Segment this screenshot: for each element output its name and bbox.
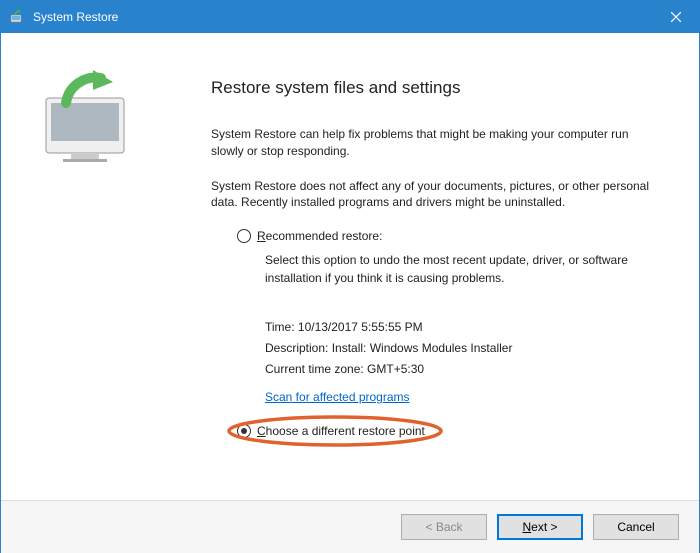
options-group: Recommended restore: Select this option … [237, 229, 659, 438]
radio-icon [237, 424, 251, 438]
window-title: System Restore [33, 10, 653, 24]
radio-recommended[interactable]: Recommended restore: [237, 229, 659, 243]
intro-paragraph-1: System Restore can help fix problems tha… [211, 126, 659, 160]
back-button: < Back [401, 514, 487, 540]
system-restore-icon [9, 9, 25, 25]
info-timezone: Current time zone: GMT+5:30 [265, 359, 659, 380]
radio-recommended-label: Recommended restore: [257, 229, 382, 243]
info-description: Description: Install: Windows Modules In… [265, 338, 659, 359]
info-time: Time: 10/13/2017 5:55:55 PM [265, 317, 659, 338]
restore-info: Time: 10/13/2017 5:55:55 PM Description:… [265, 317, 659, 380]
radio-choose-different[interactable]: Choose a different restore point [237, 424, 659, 438]
intro-paragraph-2: System Restore does not affect any of yo… [211, 178, 659, 212]
page-heading: Restore system files and settings [211, 78, 659, 98]
recommended-detail: Select this option to undo the most rece… [265, 251, 659, 287]
content-panel: Restore system files and settings System… [176, 33, 699, 500]
close-button[interactable] [653, 1, 699, 33]
titlebar: System Restore [1, 1, 699, 33]
main-area: Restore system files and settings System… [1, 33, 699, 500]
next-button[interactable]: Next > [497, 514, 583, 540]
sidebar [1, 33, 176, 500]
cancel-button[interactable]: Cancel [593, 514, 679, 540]
radio-choose-label: Choose a different restore point [257, 424, 425, 438]
button-bar: < Back Next > Cancel [1, 500, 699, 553]
restore-monitor-icon [21, 155, 156, 172]
scan-affected-link[interactable]: Scan for affected programs [265, 390, 410, 404]
radio-icon [237, 229, 251, 243]
